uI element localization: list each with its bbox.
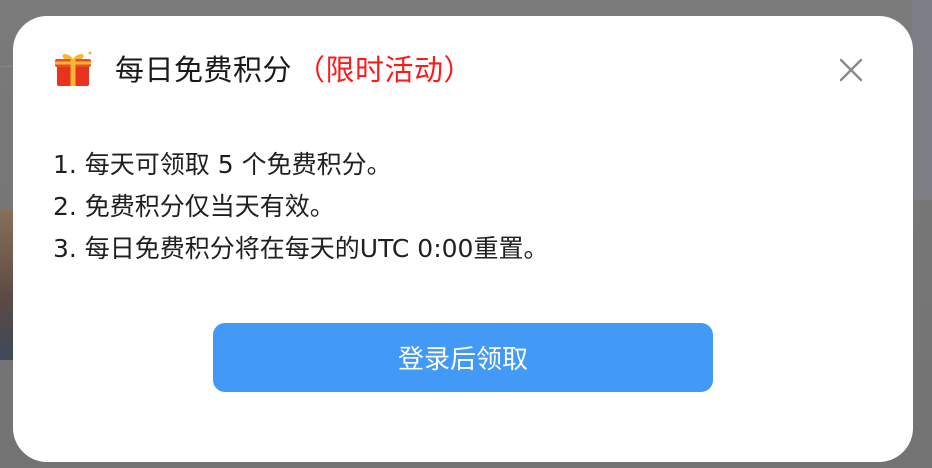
modal-title: 每日免费积分: [115, 53, 293, 87]
rule-item: 1. 每天可领取 5 个免费积分。: [53, 150, 392, 179]
rule-item: 2. 免费积分仅当天有效。: [53, 192, 335, 221]
rules-list: 1. 每天可领取 5 个免费积分。 2. 免费积分仅当天有效。 3. 每日免费积…: [53, 144, 548, 270]
close-icon[interactable]: [837, 56, 865, 84]
daily-credits-modal: 每日免费积分 （限时活动） 1. 每天可领取 5 个免费积分。 2. 免费积分仅…: [13, 16, 913, 462]
rule-item: 3. 每日免费积分将在每天的UTC 0:00重置。: [53, 234, 549, 263]
gift-icon: [55, 51, 92, 86]
limited-time-tag: （限时活动）: [296, 53, 474, 87]
background-decoration: [912, 0, 932, 200]
modal-header: 每日免费积分 （限时活动）: [53, 46, 473, 90]
login-to-claim-button[interactable]: 登录后领取: [213, 323, 713, 392]
